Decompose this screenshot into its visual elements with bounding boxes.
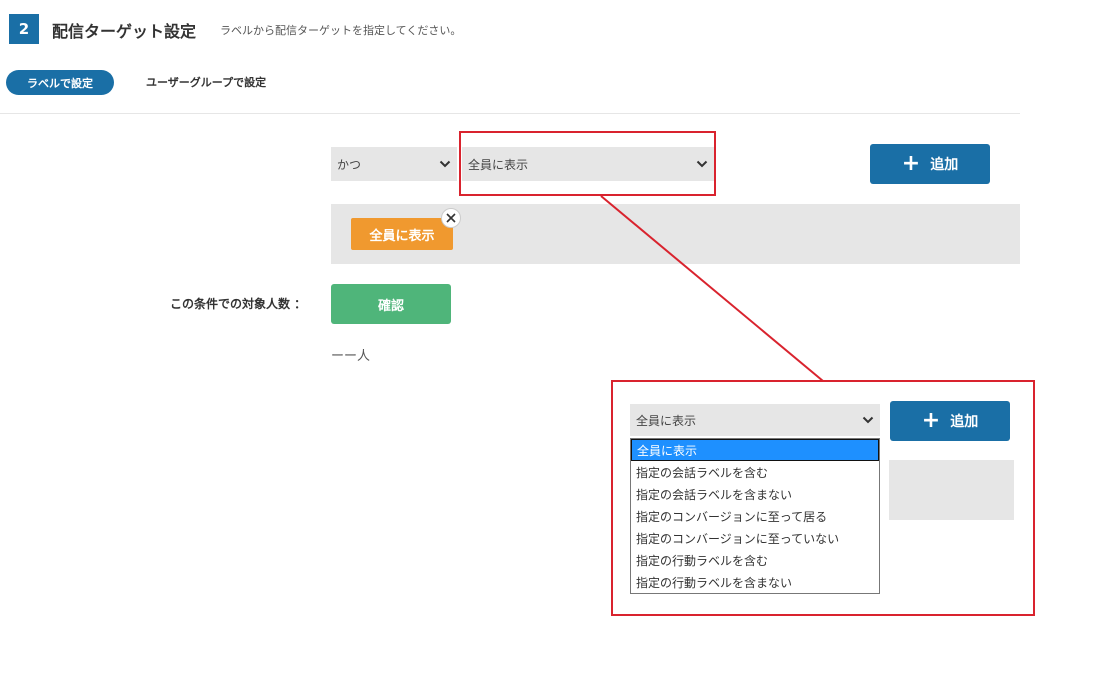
dropdown-option[interactable]: 指定のコンバージョンに至っていない: [631, 527, 879, 549]
chevron-down-icon: [862, 416, 874, 424]
label-condition-dropdown: 全員に表示 指定の会話ラベルを含む 指定の会話ラベルを含まない 指定のコンバージ…: [630, 438, 880, 594]
dropdown-option[interactable]: 指定の会話ラベルを含まない: [631, 483, 879, 505]
plus-icon: +: [921, 408, 941, 433]
dropdown-option[interactable]: 指定の会話ラベルを含む: [631, 461, 879, 483]
zoom-add-condition-button[interactable]: + 追加: [890, 401, 1010, 441]
dropdown-option[interactable]: 指定のコンバージョンに至って居る: [631, 505, 879, 527]
zoom-label-condition-select[interactable]: 全員に表示: [630, 404, 880, 436]
zoom-select-value: 全員に表示: [636, 413, 697, 428]
dropdown-option[interactable]: 指定の行動ラベルを含まない: [631, 571, 879, 593]
zoom-tags-area: [889, 460, 1014, 520]
dropdown-option[interactable]: 指定の行動ラベルを含む: [631, 549, 879, 571]
dropdown-option[interactable]: 全員に表示: [631, 439, 879, 461]
zoom-add-button-label: 追加: [950, 414, 979, 430]
